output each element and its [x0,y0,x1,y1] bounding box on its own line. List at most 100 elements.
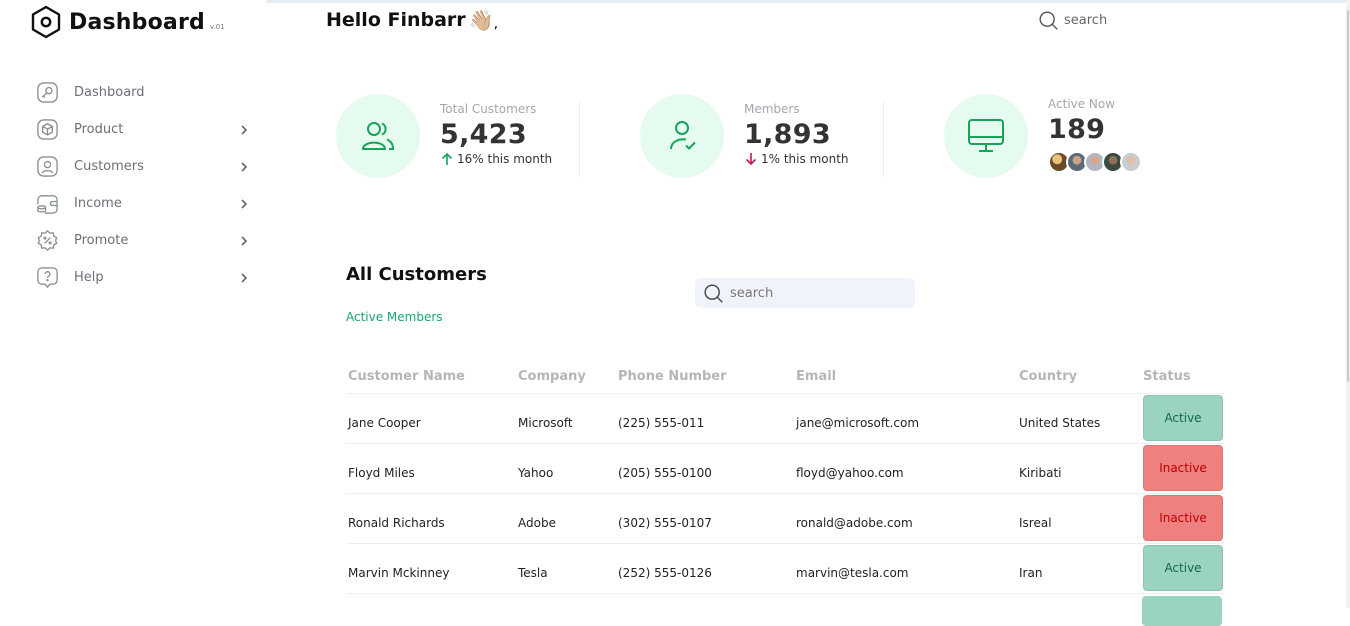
status-badge[interactable]: Inactive [1143,445,1223,491]
stat-value: 189 [1048,114,1106,145]
stat-card-total-customers: Total Customers 5,423 16% this month [336,94,552,178]
cell-phone: (252) 555-0126 [616,543,794,594]
app-title: Dashboard [69,9,205,35]
sidebar-item-customers[interactable]: Customers [36,148,250,185]
company: Adobe [518,516,556,530]
column-header[interactable]: Customer Name [346,360,516,394]
table-row[interactable]: Ronald Richards Adobe (302) 555-0107 ron… [346,493,1225,544]
status-badge[interactable]: Inactive [1143,495,1223,541]
table-row-partial [346,593,1222,626]
section-subtitle-link[interactable]: Active Members [346,310,443,324]
status-badge[interactable]: Active [1143,395,1223,441]
sidebar-item-help[interactable]: Help [36,259,250,296]
column-header[interactable]: Email [794,360,1017,394]
stat-value: 5,423 [440,119,527,150]
row-divider [346,593,1222,594]
section-title: All Customers [346,264,487,285]
column-header[interactable]: Country [1017,360,1141,394]
cell-phone: (225) 555-011 [616,393,794,444]
cube-icon [37,119,58,140]
column-header[interactable]: Company [516,360,616,394]
stat-trend-text: 1% this month [761,152,849,166]
stat-divider [579,101,580,177]
app-version: v.01 [209,23,225,31]
stat-trend-text: 16% this month [457,152,553,166]
top-border [266,0,1346,3]
search-icon [1039,11,1058,30]
page-scrollbar[interactable] [1346,0,1350,608]
email: floyd@yahoo.com [796,466,904,480]
stat-label: Members [744,102,800,116]
company: Tesla [518,566,548,580]
email: jane@microsoft.com [796,416,920,430]
table-row[interactable]: Jane Cooper Microsoft (225) 555-011 jane… [346,393,1225,444]
sidebar-item-income[interactable]: Income [36,185,250,222]
cell-name: Ronald Richards [346,493,516,544]
discount-badge-icon [37,230,58,251]
chevron-right-icon [241,199,248,209]
email: marvin@tesla.com [796,566,909,580]
phone-number: (252) 555-0126 [618,566,712,580]
cell-email: marvin@tesla.com [794,543,1017,594]
country: United States [1019,416,1101,430]
cell-country: United States [1017,393,1141,444]
country: Kiribati [1019,466,1062,480]
stat-card-active-now: Active Now 189 [944,94,1142,178]
key-icon [37,82,58,103]
company: Microsoft [518,416,573,430]
sidebar-item-product[interactable]: Product [36,111,250,148]
sidebar-item-label: Customers [74,159,144,174]
country: Isreal [1019,516,1052,530]
hexagon-logo-icon [31,5,61,39]
cell-phone: (302) 555-0107 [616,493,794,544]
user-check-icon [670,121,696,150]
greeting-heading: Hello Finbarr 👋🏼 , [326,8,498,32]
country: Iran [1019,566,1043,580]
customers-search-input[interactable] [730,285,900,301]
status-badge[interactable]: Active [1143,545,1223,591]
column-header[interactable]: Status [1141,360,1225,394]
app-logo[interactable]: Dashboard v.01 [30,5,225,39]
status-badge-partial[interactable] [1142,596,1222,626]
stat-card-members: Members 1,893 1% this month [640,94,849,178]
customers-search[interactable] [695,278,915,308]
sidebar-item-label: Product [74,122,124,137]
header-search-input[interactable] [1064,13,1164,28]
chevron-right-icon [241,162,248,172]
greeting-text: Hello Finbarr [326,9,466,31]
stat-icon-circle [336,94,420,178]
stat-label: Total Customers [440,102,537,116]
column-header[interactable]: Phone Number [616,360,794,394]
cell-status: Inactive [1141,493,1225,544]
sidebar-item-label: Help [74,270,104,285]
chevron-right-icon [241,125,248,135]
header-search[interactable] [1038,10,1164,31]
cell-name: Jane Cooper [346,393,516,444]
email: ronald@adobe.com [796,516,913,530]
sidebar-item-dashboard[interactable]: Dashboard [36,74,250,111]
stat-trend: 1% this month [744,152,849,166]
stat-divider [883,101,884,177]
sidebar-item-promote[interactable]: Promote [36,222,250,259]
stat-icon-circle [944,94,1028,178]
stat-icon-circle [640,94,724,178]
chevron-right-icon [241,273,248,283]
avatar[interactable] [1120,151,1142,173]
stat-value: 1,893 [744,119,831,150]
monitor-icon [968,119,1004,152]
waving-hand-icon: 👋🏼 [468,8,494,32]
chevron-right-icon [241,236,248,246]
cell-email: floyd@yahoo.com [794,443,1017,494]
table-row[interactable]: Marvin Mckinney Tesla (252) 555-0126 mar… [346,543,1225,594]
customer-name: Floyd Miles [348,466,415,480]
cell-country: Kiribati [1017,443,1141,494]
help-message-icon [37,267,58,289]
phone-number: (302) 555-0107 [618,516,712,530]
sidebar-item-label: Promote [74,233,129,248]
customer-name: Marvin Mckinney [348,566,450,580]
sidebar-item-label: Dashboard [74,85,145,100]
stat-trend: 16% this month [440,152,552,166]
table-row[interactable]: Floyd Miles Yahoo (205) 555-0100 floyd@y… [346,443,1225,494]
cell-name: Marvin Mckinney [346,543,516,594]
scrollbar-thumb[interactable] [1347,10,1349,382]
